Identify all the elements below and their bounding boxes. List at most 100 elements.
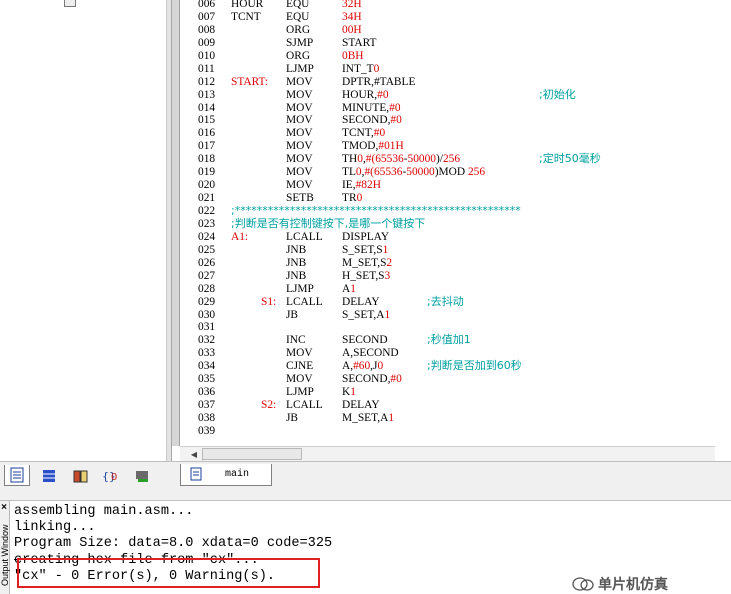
code-line[interactable]: 037 S2: LCALL DELAY <box>187 399 727 412</box>
code-line[interactable]: 026 JNB M_SET,S2 <box>187 257 727 270</box>
books-tab[interactable] <box>68 465 94 486</box>
templates-tab[interactable] <box>130 465 156 486</box>
files-tab[interactable] <box>4 465 30 486</box>
code-operand: START <box>342 36 377 49</box>
code-line[interactable]: 014 MOV MINUTE,#0 <box>187 102 727 115</box>
code-line[interactable]: 009 SJMP START <box>187 37 727 50</box>
project-pane <box>0 0 166 461</box>
code-mnemonic: MOV <box>286 347 313 360</box>
code-operand: 00H <box>342 23 362 36</box>
code-mnemonic: JNB <box>286 256 307 269</box>
code-line[interactable]: 039 <box>187 425 727 438</box>
code-line[interactable]: 020 MOV IE,#82H <box>187 179 727 192</box>
tab-main[interactable]: main <box>180 464 272 486</box>
scroll-thumb[interactable] <box>202 448 302 460</box>
file-icon <box>190 467 202 481</box>
output-window-title: Output Window <box>0 524 10 586</box>
code-line[interactable]: 035 MOV SECOND,#0 <box>187 373 727 386</box>
code-mnemonic: MOV <box>286 101 313 114</box>
code-comment: ;***************************************… <box>231 204 521 217</box>
line-number: 039 <box>198 424 216 437</box>
code-operand: A,SECOND <box>342 347 399 360</box>
code-line[interactable]: 015 MOV SECOND,#0 <box>187 114 727 127</box>
code-mnemonic: MOV <box>286 127 313 140</box>
line-number: 038 <box>198 412 216 424</box>
line-number: 013 <box>198 88 216 101</box>
code-line[interactable]: 034 CJNE A,#60,J0 ;判断是否加到60秒 <box>187 359 727 373</box>
code-mnemonic: CJNE <box>286 360 314 373</box>
code-operand: M_SET,S2 <box>342 256 393 269</box>
code-operand: DPTR,#TABLE <box>342 75 416 88</box>
books-icon <box>73 470 88 482</box>
watermark: 单片机仿真 <box>572 574 668 594</box>
line-number: 022 <box>198 205 216 217</box>
code-comment: ;秒值加1 <box>427 333 471 347</box>
code-mnemonic: INC <box>286 334 306 347</box>
editor-tabs: main <box>172 461 731 489</box>
line-number: 023 <box>198 217 216 230</box>
code-line[interactable]: 007 TCNT EQU 34H <box>187 11 727 24</box>
code-line[interactable]: 027 JNB H_SET,S3 <box>187 270 727 283</box>
line-number: 007 <box>198 10 216 23</box>
code-operand: TH0,#(65536-50000)/256 <box>342 153 461 166</box>
code-label: A1: <box>231 230 249 243</box>
code-operand: A1 <box>342 282 356 295</box>
code-mnemonic: MOV <box>286 179 313 192</box>
code-operand: M_SET,A1 <box>342 412 395 424</box>
code-line[interactable]: 008 ORG 00H <box>187 24 727 37</box>
close-icon[interactable]: × <box>0 502 9 513</box>
code-mnemonic: MOV <box>286 114 313 127</box>
editor-gutter <box>172 0 180 446</box>
code-line[interactable]: 038 JB M_SET,A1 <box>187 412 727 425</box>
svg-text:0: 0 <box>111 472 117 483</box>
code-line[interactable]: 018 MOV TH0,#(65536-50000)/256 ;定时50毫秒 <box>187 152 727 166</box>
code-mnemonic: MOV <box>286 88 313 101</box>
output-splitter[interactable] <box>0 489 731 501</box>
code-line[interactable]: 012 START: MOV DPTR,#TABLE <box>187 76 727 89</box>
wechat-icon <box>572 577 594 591</box>
code-line[interactable]: 016 MOV TCNT,#0 <box>187 127 727 140</box>
tab-label: main <box>225 469 250 480</box>
line-number: 035 <box>198 373 216 386</box>
line-number: 012 <box>198 75 216 88</box>
code-mnemonic: LCALL <box>286 399 323 412</box>
code-line[interactable]: 019 MOV TL0,#(65536-50000)MOD 256 <box>187 166 727 179</box>
code-line[interactable]: 013 MOV HOUR,#0 ;初始化 <box>187 88 727 102</box>
horizontal-scrollbar[interactable]: ◀ <box>180 446 715 461</box>
line-number: 026 <box>198 256 216 269</box>
code-line[interactable]: 036 LJMP K1 <box>187 386 727 399</box>
line-number: 017 <box>198 140 216 153</box>
line-number: 034 <box>198 360 216 373</box>
functions-tab[interactable]: {} 0 <box>98 465 124 486</box>
code-line[interactable]: 030 JB S_SET,A1 <box>187 309 727 322</box>
code-comment: ;定时50毫秒 <box>539 152 601 166</box>
code-mnemonic: LJMP <box>286 386 314 399</box>
code-line[interactable]: 017 MOV TMOD,#01H <box>187 140 727 153</box>
line-number: 027 <box>198 269 216 282</box>
line-number: 008 <box>198 23 216 36</box>
code-line[interactable]: 029 S1: LCALL DELAY ;去抖动 <box>187 295 727 309</box>
code-line[interactable]: 010 ORG 0BH <box>187 50 727 63</box>
code-line[interactable]: 011 LJMP INT_T0 <box>187 63 727 76</box>
code-line[interactable]: 032 INC SECOND ;秒值加1 <box>187 333 727 347</box>
code-line[interactable]: 023 ;判断是否有控制键按下,是哪一个键按下 <box>187 217 727 231</box>
code-line[interactable]: 022 ;************************************… <box>187 204 727 218</box>
code-mnemonic: EQU <box>286 10 310 23</box>
code-mnemonic: MOV <box>286 373 313 386</box>
registers-icon <box>43 469 55 482</box>
code-operand: K1 <box>342 386 356 399</box>
tree-node-icon[interactable] <box>64 0 76 7</box>
output-line: Program Size: data=8.0 xdata=0 code=325 <box>14 536 333 552</box>
line-number: 016 <box>198 127 216 140</box>
code-line[interactable]: 028 LJMP A1 <box>187 283 727 296</box>
scroll-left-icon[interactable]: ◀ <box>186 448 203 461</box>
regs-tab[interactable] <box>36 465 62 486</box>
line-number: 015 <box>198 114 216 127</box>
code-operand: H_SET,S3 <box>342 269 391 282</box>
code-line[interactable]: 025 JNB S_SET,S1 <box>187 244 727 257</box>
output-line: assembling main.asm... <box>14 504 194 519</box>
code-line[interactable]: 006 HOUR EQU 32H <box>187 0 727 11</box>
code-mnemonic: MOV <box>286 153 313 166</box>
code-listing[interactable]: 006 HOUR EQU 32H 007 TCNT EQU 34H 008 ORG 00H 009 SJ… <box>187 0 727 438</box>
code-line[interactable]: 024 A1: LCALL DISPLAY <box>187 231 727 244</box>
